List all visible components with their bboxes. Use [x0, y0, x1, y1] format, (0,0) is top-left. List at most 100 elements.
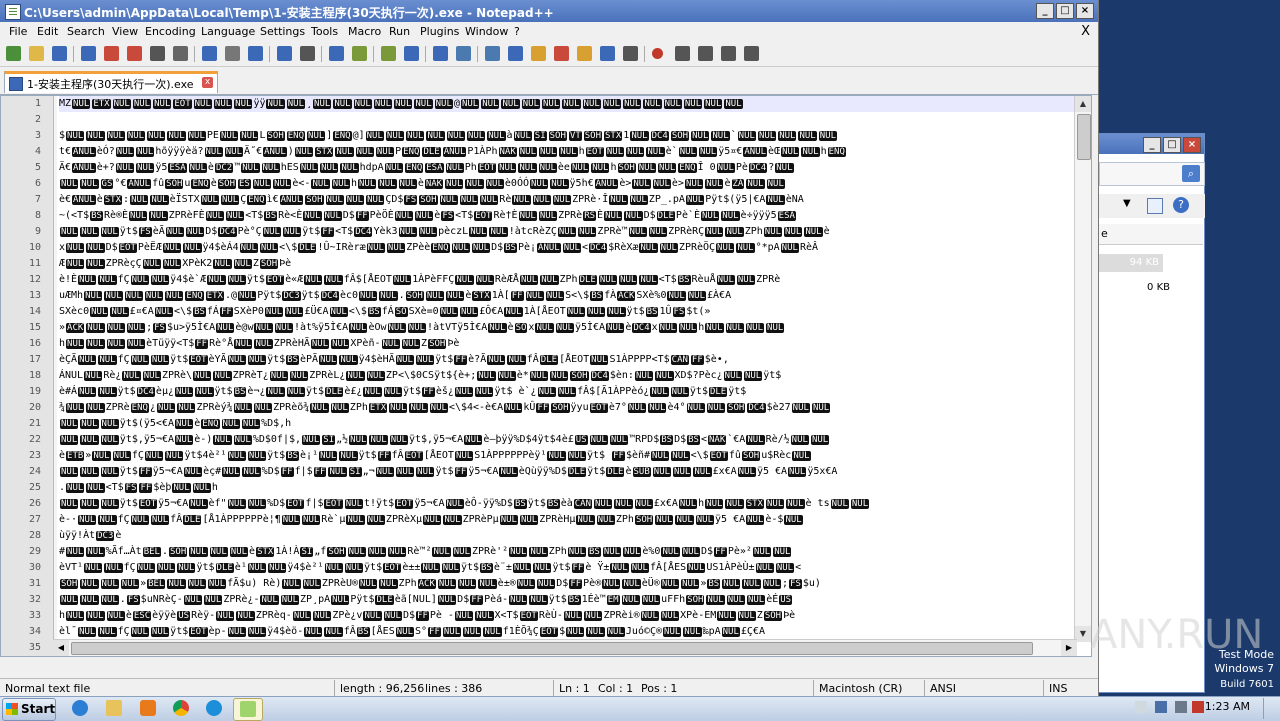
menu-help[interactable]: ? [514, 25, 520, 38]
menu-file[interactable]: File [9, 25, 27, 38]
media-player-icon[interactable] [134, 698, 162, 719]
editor-line[interactable]: NUL NUL NUL ÿt$ EOT ÿ5¬€A NUL èf" NUL NUL %D$ EOT f|… [59, 496, 1075, 512]
menu-macro[interactable]: Macro [348, 25, 381, 38]
cut-icon[interactable] [173, 46, 188, 61]
network-icon[interactable] [1155, 701, 1167, 713]
start-button[interactable]: Start [2, 698, 56, 721]
editor-line[interactable]: Ä€ ANUL è+? NUL NUL ÿ5 ESA NUL è DC2 ™ NUL NUL hES NUL… [59, 160, 1075, 176]
editor-line[interactable]: è€ ANUL è STX: NUL NUL èÏSTX NUL NUL Ç ENQ ì€ ANUL SO… [59, 192, 1075, 208]
editor-line[interactable]: SXèc0 NUL NUL £¤€A NUL <\$ BS fÁ FF SXèP0 NUL NUL £Ü… [59, 304, 1075, 320]
tray-flag-icon[interactable] [1135, 701, 1147, 713]
zoom-out-icon[interactable] [381, 46, 396, 61]
size-column-header[interactable]: e [1099, 224, 1203, 245]
editor-line[interactable]: NUL NUL NUL ÿt$,ÿ5¬€A NUL è-) NUL NUL %D$0f|$, NU… [59, 432, 1075, 448]
close-icon[interactable] [104, 46, 119, 61]
file-row[interactable]: 94 KB [1099, 254, 1163, 272]
menu-plugins[interactable]: Plugins [420, 25, 459, 38]
editor-line[interactable]: è#Á NUL NUL ÿt$ DC4 èµ¿ NUL NUL ÿt$ BS è¬¿ NUL NUL ÿt… [59, 384, 1075, 400]
save-macro-icon[interactable] [744, 46, 759, 61]
menu-language[interactable]: Language [201, 25, 255, 38]
editor-line[interactable]: h NUL NUL NUL NUL èTüÿÿ<T$ FF Rè°Å NUL NUL ZPRèHÃ N… [59, 336, 1075, 352]
menu-search[interactable]: Search [67, 25, 105, 38]
editor-line[interactable]: ~(<T$ BS Rè®È NUL NUL ZPRèFÈ NUL NUL <T$ BS Rè<È NU… [59, 208, 1075, 224]
save-all-icon[interactable] [81, 46, 96, 61]
show-desktop-button[interactable] [1263, 698, 1278, 719]
paste-icon[interactable] [225, 46, 240, 61]
explorer-maximize-button[interactable]: □ [1163, 137, 1181, 153]
file-row[interactable]: 0 KB [1099, 279, 1174, 297]
editor-line[interactable]: $ NUL NUL NUL NUL NUL NUL NUL PE NUL NUL L SOH ENQ NUL… [59, 128, 1075, 144]
ie-icon[interactable] [66, 698, 94, 719]
status-mode[interactable]: INS [1049, 682, 1067, 695]
zoom-in-icon[interactable] [352, 46, 367, 61]
editor-line[interactable]: NUL NUL NUL. FS $uNRèÇ- NUL NUL ZPRè¿- NUL NUL ZP¸… [59, 592, 1075, 608]
security-icon[interactable] [1192, 701, 1204, 713]
editor-line[interactable]: » ACK NUL NUL NUL; FS $u>ÿ5Ì€A NUL è@w NUL NUL !àt%… [59, 320, 1075, 336]
document-tab[interactable]: 1-安装主程序(30天执行一次).exe x [4, 71, 218, 93]
clock[interactable]: 1:23 AM [1205, 700, 1250, 713]
editor-line[interactable]: # NUL NUL %Ãf…Àt BEL. SOH NUL NUL NUL è STX 1À!À SI „… [59, 544, 1075, 560]
tab-close-icon[interactable]: x [202, 77, 213, 88]
notepadpp-icon[interactable] [233, 698, 263, 721]
maximize-button[interactable]: □ [1056, 3, 1074, 19]
editor-line[interactable]: èÇÃ NUL NUL fÇ NUL NUL ÿt$ EOT èYÃ NUL NUL ÿt$ BS èPÃ… [59, 352, 1075, 368]
editor[interactable]: 1 2 3 4 5 6 7 8 9 10 11 12 13 14 15 16 17 18 19 20 21 22 23 24 2… [0, 95, 1092, 657]
editor-line[interactable]: ÁNUL NUL Rè¿ NUL NUL ZPRè\ NUL NUL ZPRèT¿ NUL NUL Z… [59, 368, 1075, 384]
notepadpp-window[interactable]: C:\Users\admin\AppData\Local\Temp\1-安装主程… [0, 0, 1099, 697]
record-macro-icon[interactable] [652, 48, 663, 59]
sync-v-icon[interactable] [404, 46, 419, 61]
folder-workspace-icon[interactable] [600, 46, 615, 61]
scroll-right-icon[interactable]: ▶ [1061, 640, 1077, 656]
status-encoding[interactable]: ANSI [930, 682, 956, 695]
undo-icon[interactable] [248, 46, 263, 61]
show-all-chars-icon[interactable] [485, 46, 500, 61]
editor-line[interactable]: ùÿÿ!Àt DC3 è [59, 528, 1075, 544]
doc-map-icon[interactable] [554, 46, 569, 61]
word-wrap-icon[interactable] [456, 46, 471, 61]
stop-macro-icon[interactable] [675, 46, 690, 61]
editor-line[interactable]: NUL NUL NUL ÿt$ FF ÿ5¬€A NUL èç# NUL NUL %D$ FF f|$ F… [59, 464, 1075, 480]
help-icon[interactable]: ? [1173, 197, 1189, 213]
play-macro-icon[interactable] [698, 46, 713, 61]
editor-line[interactable]: è-· NUL NUL fÇ NUL NUL fÂ DLE [Å1ÀPPPPPPè¦¶ NUL NU… [59, 512, 1075, 528]
editor-line[interactable]: MZ NUL ETX NUL NUL NUL EOT NUL NUL NUL ÿÿ NUL NUL ¸ NU… [59, 96, 1075, 112]
editor-line[interactable]: èVT¹ NUL NUL fÇ NUL NUL NUL ÿt$ DLE è¹ NUL NUL ÿ4$è²… [59, 560, 1075, 576]
explorer-window[interactable]: _ □ × ⌕ ▼ ? e 94 KB 0 KB [1098, 133, 1205, 693]
volume-icon[interactable] [1175, 701, 1187, 713]
menu-run[interactable]: Run [389, 25, 410, 38]
copy-icon[interactable] [202, 46, 217, 61]
replace-icon[interactable] [329, 46, 344, 61]
explorer-icon[interactable] [100, 698, 128, 719]
editor-line[interactable]: NUL NUL NUL ÿt$(ÿ5<€A NUL è ENQ NUL NUL %D$,h [59, 416, 1075, 432]
sync-h-icon[interactable] [433, 46, 448, 61]
save-icon[interactable] [52, 46, 67, 61]
editor-line[interactable]: NUL NUL NUL ÿt$ FS èÃ NUL NUL D$ DC4 Pè°Ç NUL NUL ÿt$… [59, 224, 1075, 240]
edge-icon[interactable] [200, 698, 228, 719]
menu-tools[interactable]: Tools [311, 25, 338, 38]
horizontal-scrollbar[interactable]: ◀ ▶ [53, 639, 1077, 656]
line-number-gutter[interactable]: 1 2 3 4 5 6 7 8 9 10 11 12 13 14 15 16 17 18 19 20 21 22 23 24 2… [1, 96, 54, 656]
text-area[interactable]: MZ NUL ETX NUL NUL NUL EOT NUL NUL NUL ÿÿ NUL NUL ¸ NU… [59, 96, 1075, 656]
monitor-icon[interactable] [623, 46, 638, 61]
menu-edit[interactable]: Edit [37, 25, 58, 38]
close-button[interactable]: × [1076, 3, 1094, 19]
chrome-icon[interactable] [167, 698, 195, 719]
fold-margin[interactable] [54, 96, 57, 656]
explorer-minimize-button[interactable]: _ [1143, 137, 1161, 153]
new-icon[interactable] [6, 46, 21, 61]
print-icon[interactable] [150, 46, 165, 61]
find-icon[interactable] [300, 46, 315, 61]
preview-pane-icon[interactable] [1147, 198, 1163, 214]
editor-line[interactable]: è ETB» NUL NUL fÇ NUL NUL ÿt$4è²¹ NUL NUL ÿt$ BS è¡¹… [59, 448, 1075, 464]
vertical-scrollbar[interactable]: ▲ ▼ [1074, 96, 1091, 642]
function-list-icon[interactable] [577, 46, 592, 61]
indent-guide-icon[interactable] [508, 46, 523, 61]
editor-line[interactable]: ¾ NUL NUL ZPRè ENQ ¿ NUL NUL ZPRèý¾ NUL NUL ZPRèõ¾ N… [59, 400, 1075, 416]
editor-line[interactable]: Æ NUL NUL ZPRèçÇ NUL NUL XPèK2 NUL NUL Z SOH Þè [59, 256, 1075, 272]
editor-line[interactable]: t€ ANUL èÓ? NUL NUL hõÿÿÿèä? NUL NUL Ä˝€ ANUL) NUL… [59, 144, 1075, 160]
close-document-x[interactable]: X [1081, 24, 1090, 39]
scroll-up-icon[interactable]: ▲ [1075, 96, 1091, 112]
editor-line[interactable]: uÆMh NUL NUL NUL NUL NUL ENQ ETX .@ NUL Pÿt$ DC3 ÿt$… [59, 288, 1075, 304]
run-macro-multiple-icon[interactable] [721, 46, 736, 61]
menu-settings[interactable]: Settings [260, 25, 305, 38]
